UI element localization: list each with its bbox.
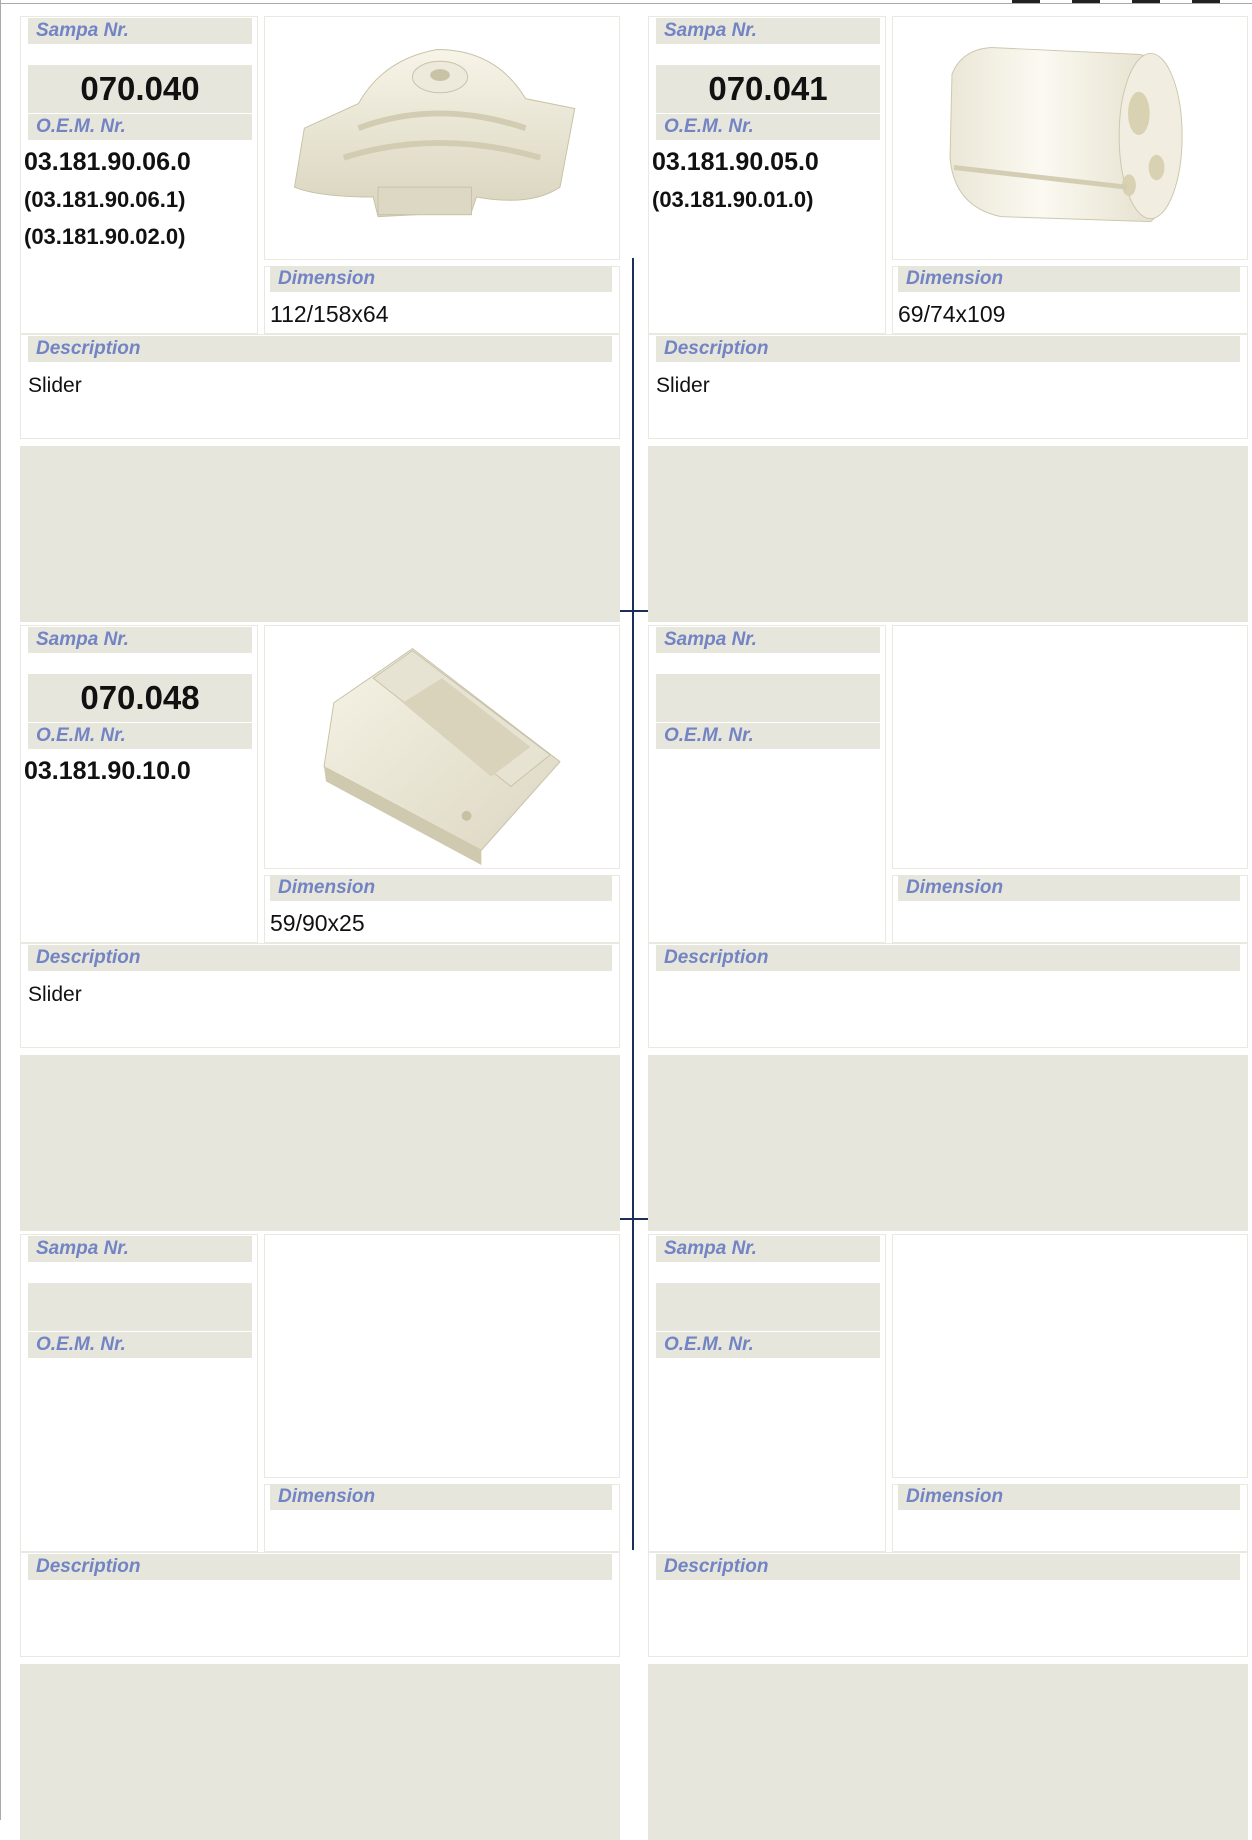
oem-number: (03.181.90.02.0) (24, 224, 186, 249)
notes-area (20, 1055, 620, 1231)
description-label: Description (28, 1554, 612, 1580)
sampa-label: Sampa Nr. (28, 627, 252, 653)
oem-label: O.E.M. Nr. (656, 114, 880, 140)
product-image (264, 1234, 620, 1478)
dimension-label: Dimension (898, 875, 1240, 901)
description-label: Description (28, 336, 612, 362)
notes-area (20, 446, 620, 622)
description-label: Description (656, 336, 1240, 362)
cylinder-slider-icon (893, 17, 1247, 259)
sampa-label: Sampa Nr. (656, 627, 880, 653)
dimension-value: 59/90x25 (270, 910, 365, 936)
oem-list: 03.181.90.06.0 (03.181.90.06.1) (03.181.90… (24, 144, 269, 255)
description-label: Description (28, 945, 612, 971)
sampa-label: Sampa Nr. (28, 1236, 252, 1262)
dimension-label: Dimension (898, 266, 1240, 292)
description-label: Description (656, 945, 1240, 971)
oem-number: 03.181.90.05.0 (652, 148, 819, 176)
description-value: Slider (656, 374, 710, 397)
column-divider (632, 1220, 634, 1550)
info-box (20, 1234, 258, 1552)
dimension-value: 69/74x109 (898, 301, 1006, 327)
sampa-label: Sampa Nr. (656, 1236, 880, 1262)
sampa-number: 070.041 (656, 65, 880, 113)
notes-area (20, 1664, 620, 1840)
notes-area (648, 446, 1248, 622)
description-value: Slider (28, 983, 82, 1006)
page-frame-left (0, 0, 5, 1820)
oem-label: O.E.M. Nr. (656, 723, 880, 749)
oem-number: (03.181.90.06.1) (24, 187, 186, 212)
product-image (892, 16, 1248, 260)
oem-list: 03.181.90.10.0 (24, 753, 269, 790)
notes-area (648, 1664, 1248, 1840)
info-box (648, 625, 886, 943)
product-card: Sampa Nr. 070.040 O.E.M. Nr. 03.181.90.06.0… (20, 16, 620, 622)
sampa-label: Sampa Nr. (656, 18, 880, 44)
oem-label: O.E.M. Nr. (656, 1332, 880, 1358)
page-frame-top (0, 3, 1252, 4)
product-card: Sampa Nr. O.E.M. Nr. Dimension Description (648, 1234, 1248, 1840)
product-card: Sampa Nr. O.E.M. Nr. Dimension Description (648, 625, 1248, 1231)
product-card: Sampa Nr. 070.041 O.E.M. Nr. 03.181.90.05.0… (648, 16, 1248, 622)
product-image (892, 625, 1248, 869)
notes-area (648, 1055, 1248, 1231)
dimension-value: 112/158x64 (270, 301, 389, 327)
oem-list: 03.181.90.05.0 (03.181.90.01.0) (652, 144, 897, 218)
dimension-label: Dimension (270, 266, 612, 292)
dimension-label: Dimension (270, 1484, 612, 1510)
sampa-number (656, 1283, 880, 1331)
info-box (648, 1234, 886, 1552)
product-card: Sampa Nr. O.E.M. Nr. Dimension Description (20, 1234, 620, 1840)
column-divider (632, 258, 634, 610)
oem-number: (03.181.90.01.0) (652, 187, 814, 212)
dimension-label: Dimension (898, 1484, 1240, 1510)
product-image (892, 1234, 1248, 1478)
sampa-number: 070.040 (28, 65, 252, 113)
oem-label: O.E.M. Nr. (28, 723, 252, 749)
oem-label: O.E.M. Nr. (28, 114, 252, 140)
sampa-label: Sampa Nr. (28, 18, 252, 44)
sampa-number (656, 674, 880, 722)
product-image (264, 625, 620, 869)
sampa-number (28, 1283, 252, 1331)
product-card: Sampa Nr. 070.048 O.E.M. Nr. 03.181.90.10.0… (20, 625, 620, 1231)
sampa-number: 070.048 (28, 674, 252, 722)
slider-block-icon (265, 17, 619, 259)
product-image (264, 16, 620, 260)
oem-number: 03.181.90.10.0 (24, 757, 191, 785)
description-value: Slider (28, 374, 82, 397)
grooved-block-icon (265, 626, 619, 868)
dimension-label: Dimension (270, 875, 612, 901)
header-fragment (992, 0, 1252, 3)
oem-label: O.E.M. Nr. (28, 1332, 252, 1358)
oem-number: 03.181.90.06.0 (24, 148, 191, 176)
description-label: Description (656, 1554, 1240, 1580)
column-divider (632, 610, 634, 1220)
